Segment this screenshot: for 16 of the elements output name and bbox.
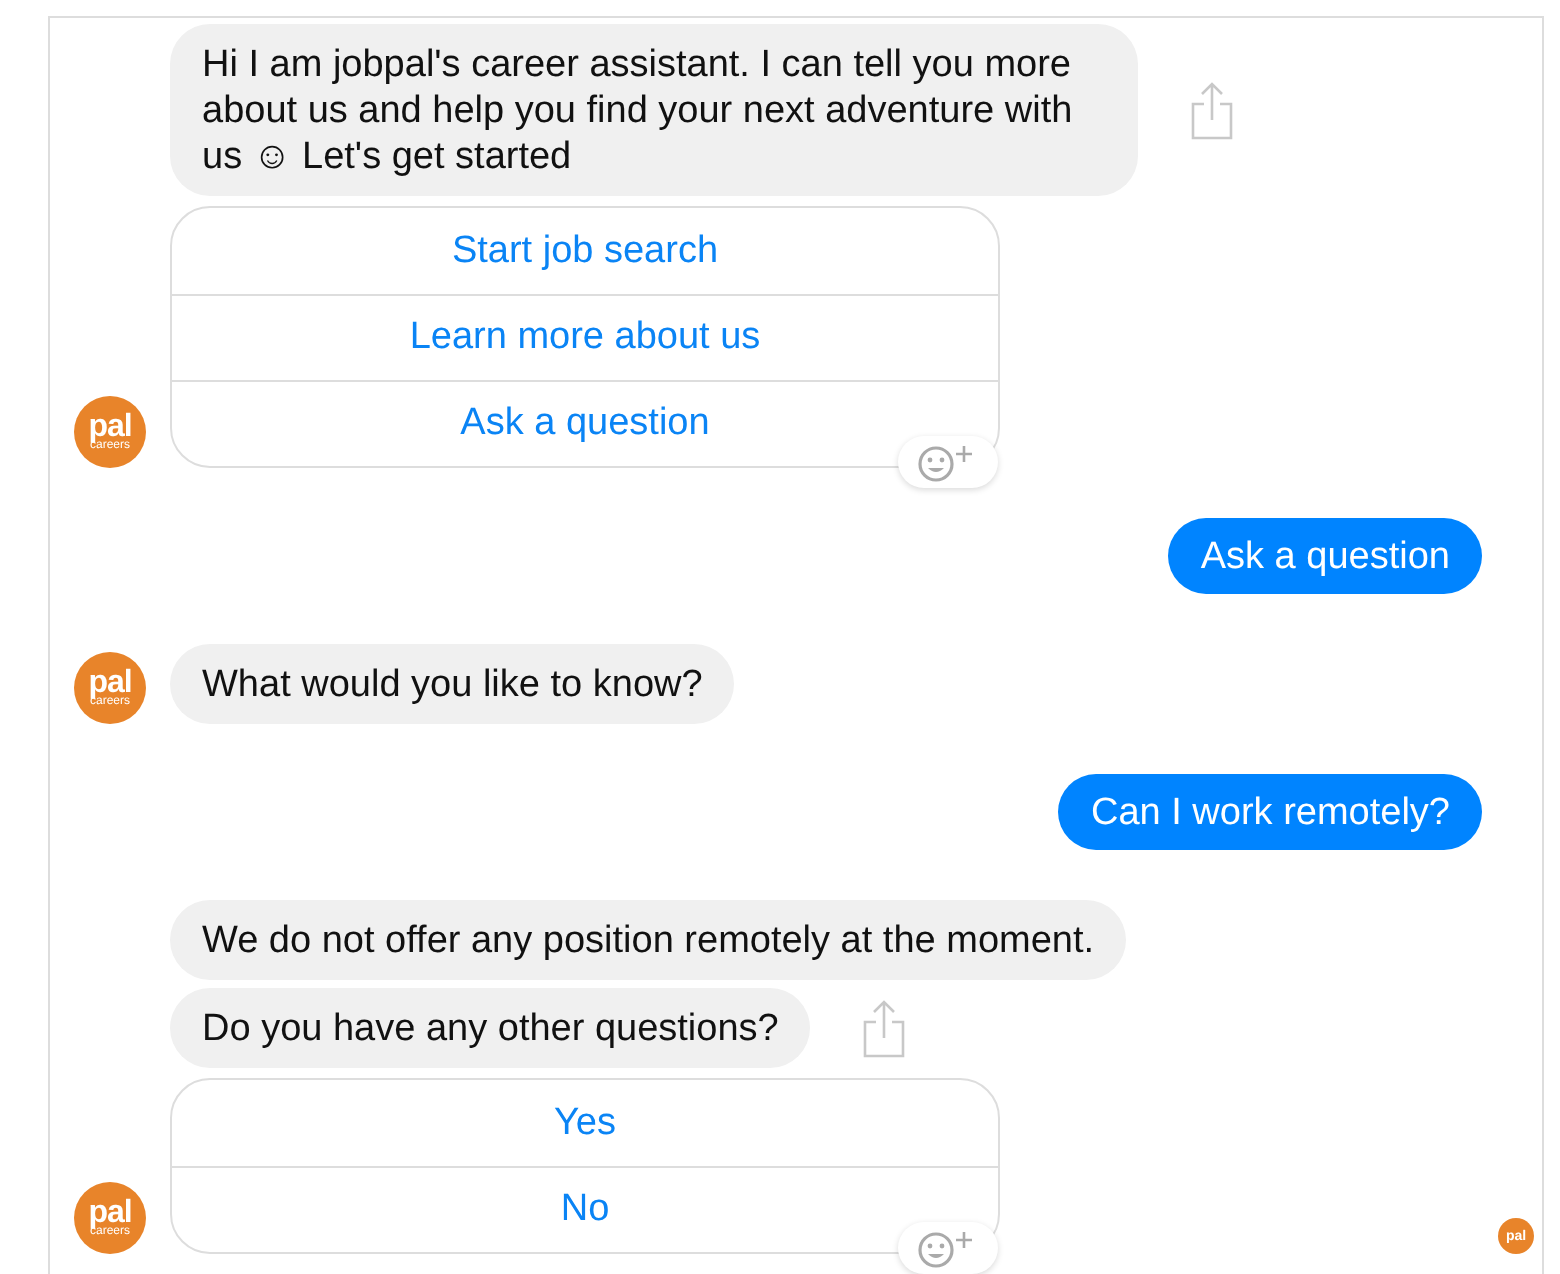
add-reaction-button[interactable] — [898, 1222, 998, 1274]
message-bubble: What would you like to know? — [170, 644, 735, 724]
message-bubble: Can I work remotely? — [1058, 774, 1482, 850]
add-reaction-button[interactable] — [898, 436, 998, 488]
share-icon[interactable] — [1190, 80, 1234, 140]
message-bubble: Hi I am jobpal's career assistant. I can tell you more about us and help you find your next adventure with us ☺ Let's get started — [170, 24, 1138, 196]
quick-reply-button[interactable]: Learn more about us — [172, 294, 998, 380]
logo-text: pal — [88, 670, 132, 696]
share-icon[interactable] — [862, 998, 907, 1058]
message-bubble: Ask a question — [1168, 518, 1482, 594]
quick-reply-button[interactable]: Start job search — [172, 208, 998, 294]
quick-reply-button[interactable]: Yes — [172, 1080, 998, 1166]
message-bubble: Do you have any other questions? — [170, 988, 811, 1068]
message-bubble: We do not offer any position remotely at the moment. — [170, 900, 1127, 980]
logo-text: pal — [88, 414, 132, 440]
logo-text: pal — [88, 1200, 132, 1226]
